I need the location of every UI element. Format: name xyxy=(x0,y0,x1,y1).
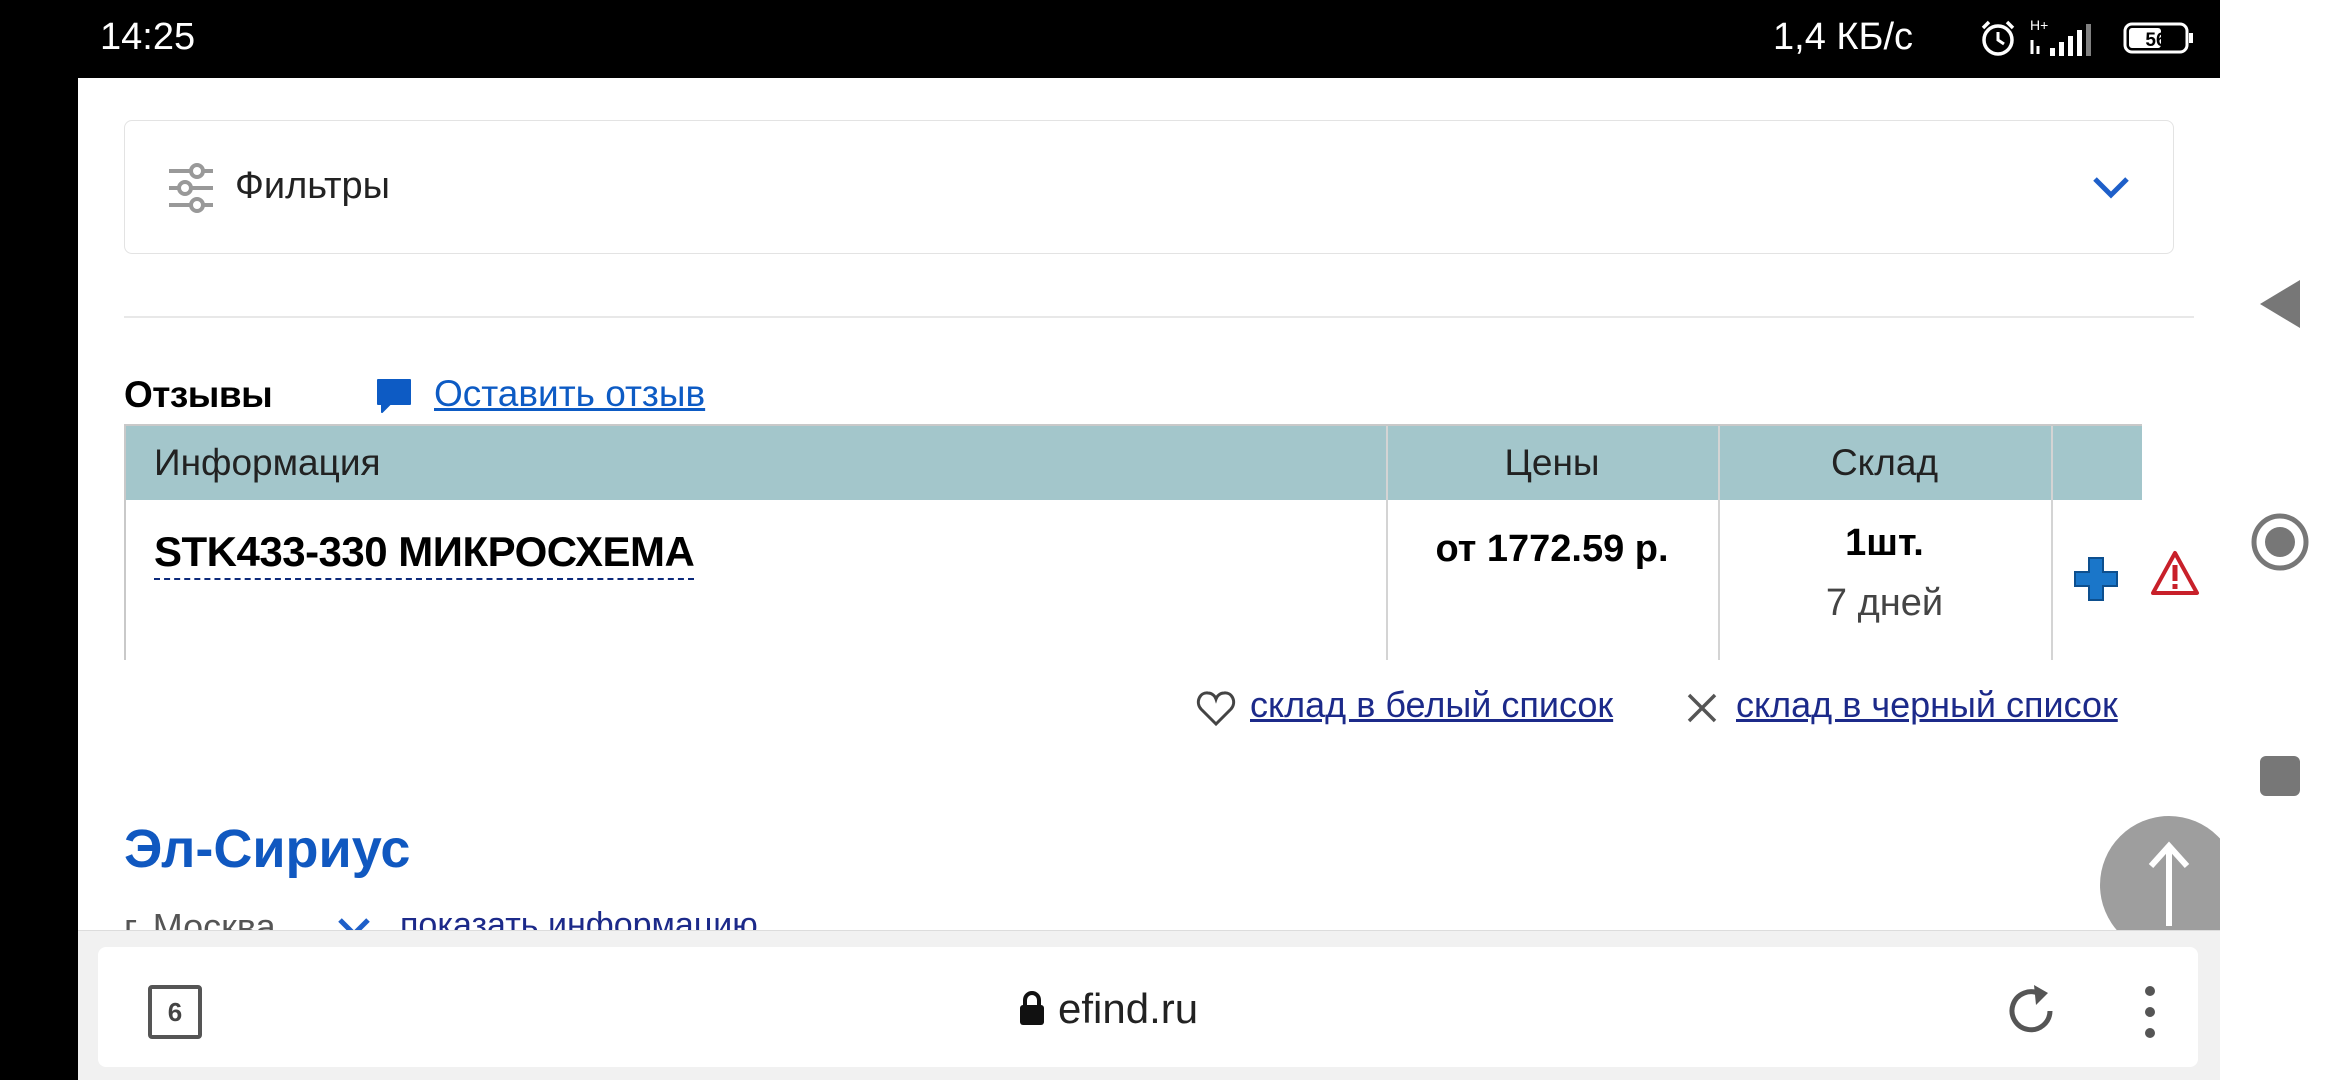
table-cell-stock: 1шт. 7 дней xyxy=(1718,500,2051,660)
column-divider xyxy=(1386,426,1388,660)
back-icon[interactable] xyxy=(2256,276,2304,332)
url-text[interactable]: efind.ru xyxy=(1058,985,1198,1033)
product-price: от 1772.59 р. xyxy=(1435,528,1669,570)
browser-toolbar: 6 efind.ru xyxy=(78,930,2220,1080)
column-header-info: Информация xyxy=(126,426,1386,500)
filters-panel[interactable]: Фильтры xyxy=(124,120,2174,254)
offers-table: Информация Цены Склад STK433-330 МИКРОСХ… xyxy=(124,424,2142,660)
reload-icon[interactable] xyxy=(2004,983,2058,1037)
filters-icon xyxy=(169,163,213,213)
column-header-prices: Цены xyxy=(1386,426,1718,500)
leave-review-link[interactable]: Оставить отзыв xyxy=(434,373,705,415)
column-header-stock: Склад xyxy=(1718,426,2051,500)
heart-icon[interactable] xyxy=(1196,688,1236,728)
signal-label: H+ xyxy=(2030,17,2048,33)
tab-switcher-button[interactable]: 6 xyxy=(148,985,202,1039)
column-divider xyxy=(1718,426,1720,660)
stock-delivery-days: 7 дней xyxy=(1825,582,1944,624)
whitelist-stock-link[interactable]: склад в белый список xyxy=(1250,684,1613,726)
company-city: г. Москва xyxy=(124,906,276,930)
address-bar[interactable]: 6 efind.ru xyxy=(98,947,2198,1067)
company-name-link[interactable]: Эл-Сириус xyxy=(124,818,410,880)
alarm-icon xyxy=(1981,20,2015,56)
close-icon[interactable] xyxy=(1686,692,1718,724)
product-name-link[interactable]: STK433-330 МИКРОСХЕМА xyxy=(154,528,695,580)
blacklist-stock-link[interactable]: склад в черный список xyxy=(1736,684,2118,726)
stock-quantity: 1шт. xyxy=(1845,522,1924,564)
recent-apps-icon[interactable] xyxy=(2258,754,2302,798)
warning-icon[interactable] xyxy=(2150,550,2200,596)
filters-label: Фильтры xyxy=(235,165,390,207)
column-header-action xyxy=(2051,426,2142,500)
screen: 14:25 1,4 КБ/с H+ 56 Фильтры Отзывы Оста… xyxy=(0,0,2340,1080)
show-info-link[interactable]: показать информацию xyxy=(400,906,758,930)
status-time: 14:25 xyxy=(100,16,196,58)
divider xyxy=(124,316,2194,318)
add-to-cart-plus-icon[interactable] xyxy=(2071,554,2121,604)
web-page: Фильтры Отзывы Оставить отзыв Информация… xyxy=(78,78,2220,930)
reviews-title: Отзывы xyxy=(124,374,273,415)
table-cell-price: от 1772.59 р. xyxy=(1386,500,1718,660)
network-speed: 1,4 КБ/с xyxy=(1773,16,1914,58)
navigation-bar xyxy=(2220,0,2340,1080)
signal-icon: H+ xyxy=(2030,17,2091,56)
comment-icon xyxy=(377,379,411,413)
left-edge xyxy=(0,0,78,1080)
scroll-to-top-button[interactable] xyxy=(2100,816,2220,930)
more-menu-icon[interactable] xyxy=(2140,983,2160,1041)
chevron-down-icon[interactable] xyxy=(336,914,372,930)
arrow-up-icon xyxy=(2148,841,2190,926)
table-cell-info: STK433-330 МИКРОСХЕМА xyxy=(126,500,1386,660)
home-icon[interactable] xyxy=(2250,512,2310,572)
battery-icon: 56 xyxy=(2123,22,2193,54)
battery-level: 56 xyxy=(2145,30,2166,51)
status-bar: 14:25 1,4 КБ/с H+ 56 xyxy=(78,0,2220,78)
column-divider xyxy=(2051,426,2053,660)
chevron-down-icon[interactable] xyxy=(2091,171,2131,203)
lock-icon xyxy=(1020,991,1044,1025)
table-cell-action xyxy=(2051,500,2142,660)
